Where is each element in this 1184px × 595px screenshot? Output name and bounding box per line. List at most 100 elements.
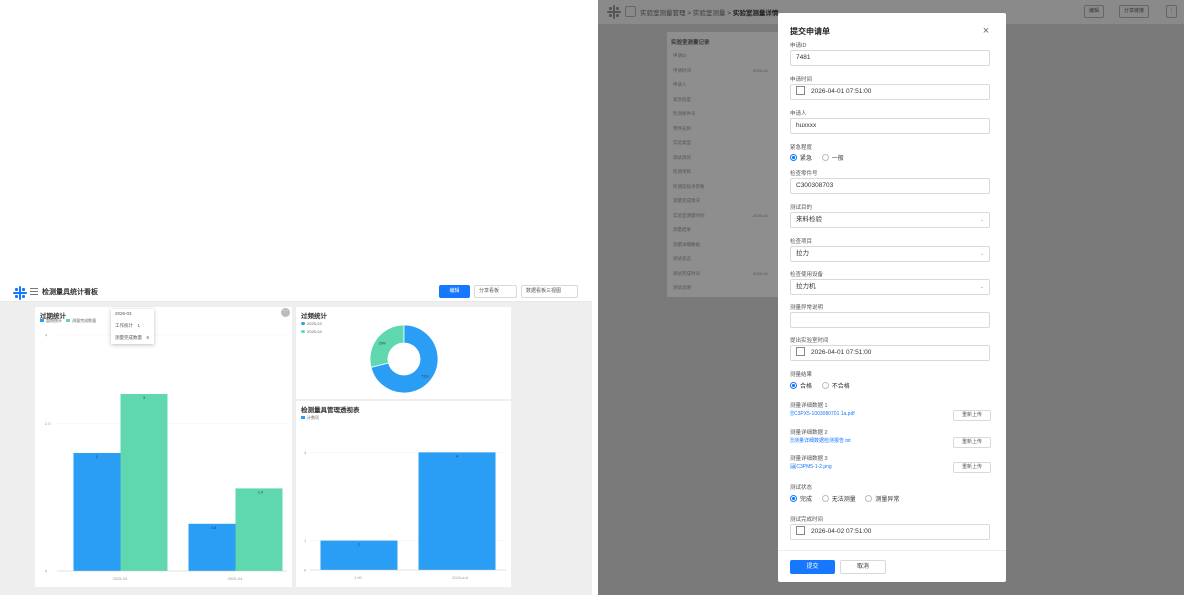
sample-no-input[interactable]: C300308703 (790, 178, 990, 194)
y-tick-label: 4 (304, 450, 307, 455)
breadcrumb-item[interactable]: 实验室测量 (693, 10, 726, 17)
app-logo-icon[interactable] (13, 286, 27, 300)
dashboard-view-dropdown[interactable]: 数据看板三视图 (521, 285, 578, 298)
radio-checked-icon (790, 494, 797, 502)
equipment-value: 拉力机 (796, 283, 816, 290)
tooltip-value-2: 6 (146, 335, 150, 340)
pie-slice-1[interactable] (369, 324, 405, 368)
share-link-button[interactable]: 分享链接 (1119, 5, 1150, 18)
data3-file-name: C3PM5-1-2.png (796, 464, 832, 470)
record-row-label: 申请ID (673, 53, 687, 58)
urgency-option-urgent[interactable]: 紧急 (790, 153, 813, 162)
test-purpose-select[interactable]: 来料检验 ⌄ (790, 212, 990, 228)
apply-time-label: 申请时间 (790, 77, 813, 83)
equipment-select[interactable]: 拉力机 ⌄ (790, 279, 990, 295)
submit-button[interactable]: 提交 (790, 560, 835, 574)
menu-icon[interactable] (30, 288, 38, 295)
x-tick-label: 1.00 (354, 575, 363, 580)
tooltip-label-1: 工作统计 (115, 323, 133, 328)
record-row-label: 测量详细数据 (673, 241, 700, 247)
finish-time-value: 2026-04-02 07:51:00 (811, 528, 872, 535)
bar-0-0[interactable] (73, 453, 121, 571)
overdue-chart-card: 过期统计 超期统计 测量完成数量 ··· 4 2.5 0 2 3 2025-03 0.8 1.… (35, 307, 292, 587)
modal-footer: 提交 取消 (778, 550, 1006, 582)
reupload-button[interactable]: 重新上传 (953, 410, 991, 421)
equipment-label: 检查使用设备 (790, 272, 824, 278)
bar-value-label: 2 (96, 455, 98, 459)
status-option-label: 无法测量 (831, 497, 856, 503)
urgency-option-label: 紧急 (800, 156, 813, 162)
breadcrumb-sep: > (727, 10, 732, 17)
urgency-option-label: 一般 (831, 156, 844, 162)
breadcrumb-current: 实验室测量详情 (732, 10, 779, 17)
data1-file-link[interactable]: 🗎C3PX5-1003080701 1a.pdf (790, 411, 855, 419)
modal-title: 提交申请单 (790, 27, 830, 36)
cancel-button[interactable]: 取消 (840, 560, 886, 574)
apply-time-picker[interactable]: 2026-04-01 07:51:00 (790, 84, 990, 100)
reupload-button[interactable]: 重新上传 (953, 462, 991, 473)
data2-file-link[interactable]: 🗎测量详细数据检测报告.txt (790, 437, 851, 446)
tooltip-row-2: 测量完成数量 6 (115, 335, 149, 341)
bar-value-label: 1 (358, 543, 360, 547)
status-option-done[interactable]: 完成 (790, 494, 813, 503)
edit-button[interactable]: 编辑 (439, 285, 470, 298)
record-row-label: 测试目的 (673, 154, 691, 160)
record-row-label: 实验室测量时间 (673, 212, 705, 218)
dashboard-title: 检测量具统计看板 (42, 289, 98, 296)
share-dashboard-button[interactable]: 分享看板 (474, 285, 517, 298)
data2-file-name: 测量详细数据检测报告.txt (794, 438, 851, 444)
bar-value-label: 1.4 (258, 490, 263, 494)
applicant-input[interactable]: huxxxx (790, 118, 990, 134)
record-row-label: 测试完成时间 (673, 270, 700, 276)
result-option-label: 不合格 (831, 384, 850, 390)
tooltip-value-1: 1 (137, 323, 141, 328)
record-row-label: 测试说明 (673, 285, 691, 290)
radio-checked-icon (790, 381, 797, 389)
result-option-pass[interactable]: 合格 (790, 381, 812, 390)
chevron-down-icon: ⌄ (979, 217, 984, 223)
bar-1[interactable] (418, 452, 496, 570)
breadcrumb: 实验室测量管理 > 实验室测量 > 实验室测量详情 (640, 7, 778, 17)
more-menu-icon[interactable]: ⋮ (1166, 5, 1177, 18)
record-row-label: 测试状态 (673, 256, 691, 261)
breadcrumb-item[interactable]: 实验室测量管理 (640, 10, 686, 17)
screen: 检测量具统计看板 编辑 分享看板 数据看板三视图 过期统计 超期统计 测量完成数… (0, 0, 1184, 595)
data2-label: 测量详细数据 2 (790, 430, 828, 436)
urgency-option-normal[interactable]: 一般 (821, 153, 844, 162)
radio-unchecked-icon (821, 153, 829, 161)
status-option-abnormal[interactable]: 测量异常 (865, 494, 900, 503)
status-option-label: 测量异常 (875, 497, 900, 503)
bar-1-1[interactable] (235, 488, 283, 571)
edit-button[interactable]: 编辑 (1084, 5, 1105, 18)
status-option-cannot-measure[interactable]: 无法测量 (821, 494, 856, 503)
record-row-label: 测量结果 (673, 227, 691, 232)
chevron-down-icon: ⌄ (979, 251, 984, 257)
record-row-label: 零件名称 (673, 125, 691, 131)
app-logo-icon[interactable] (607, 5, 621, 19)
data3-file-link[interactable]: 🖼C3PM5-1-2.png (790, 464, 832, 470)
pivot-bar-svg: 1 4 0 1 1.00 4 2024-a-b (304, 450, 506, 580)
status-option-label: 完成 (800, 497, 813, 503)
result-option-fail[interactable]: 不合格 (821, 381, 850, 390)
radio-unchecked-icon (865, 494, 873, 502)
tooltip-header: 2025-03 (115, 311, 132, 316)
test-type-select[interactable]: 拉力 ⌄ (790, 246, 990, 262)
record-row-label: 紧急程度 (673, 96, 691, 102)
reupload-button[interactable]: 重新上传 (953, 437, 991, 448)
test-purpose-label: 测试目的 (790, 205, 813, 211)
menu-icon[interactable] (625, 6, 636, 17)
lab-time-picker[interactable]: 2026-04-01 07:51:00 (790, 345, 990, 361)
data1-label: 测量详细数据 1 (790, 403, 828, 409)
y-tick-label: 0 (45, 569, 48, 574)
record-row-label: 检测项目 (673, 169, 691, 174)
pivot-chart-card: 检测量具管理透视表 计数项 1 4 0 1 1.00 4 2024-a-b (296, 401, 511, 587)
donut-chart-svg: 29% 71% (369, 324, 439, 394)
apply-id-input[interactable]: 7481 (790, 50, 990, 66)
chart-tooltip: 2025-03 工作统计 1 测量完成数量 6 (111, 309, 154, 344)
bar-1-0[interactable] (120, 394, 168, 571)
close-icon[interactable]: × (980, 25, 992, 37)
bar-0-1[interactable] (188, 523, 236, 571)
remark-input[interactable] (790, 312, 990, 328)
finish-time-picker[interactable]: 2026-04-02 07:51:00 (790, 524, 990, 540)
test-type-value: 拉力 (796, 250, 809, 257)
